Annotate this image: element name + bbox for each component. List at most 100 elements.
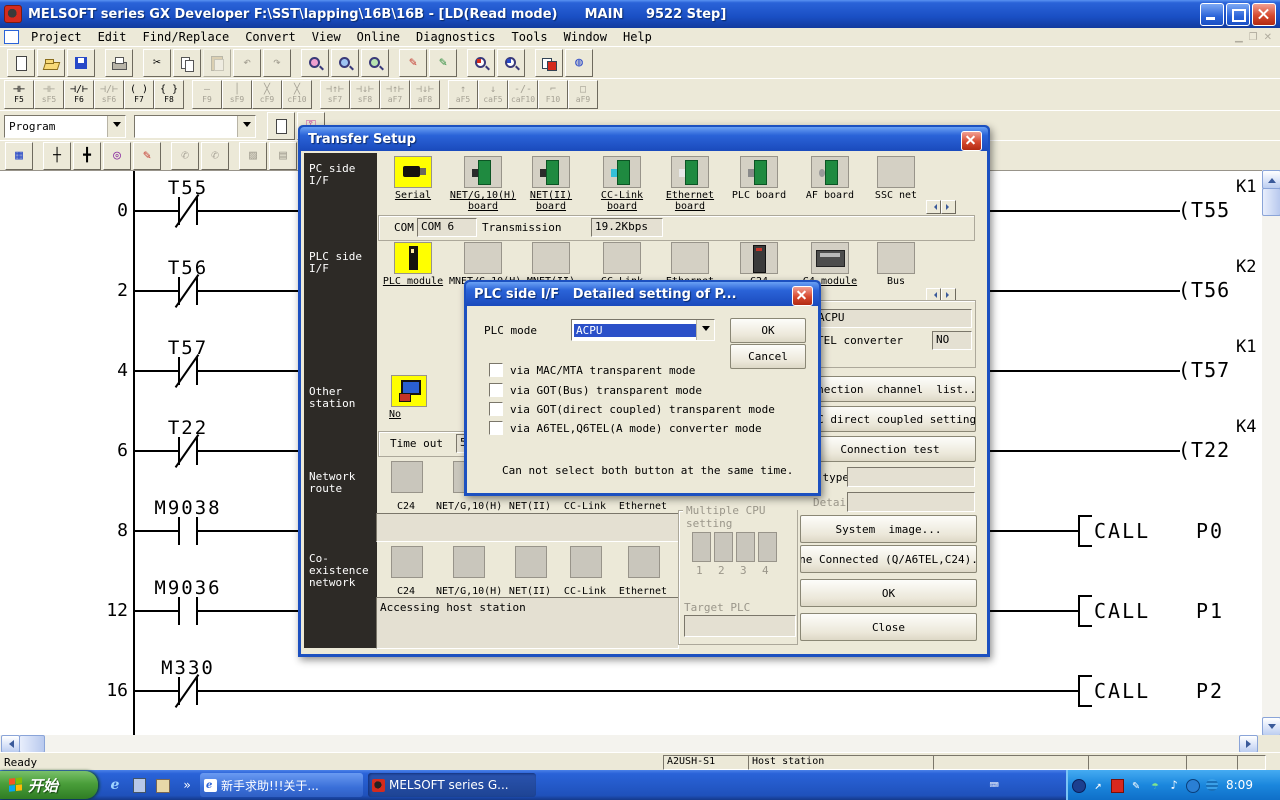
toolbar4-btn-4[interactable]: ◎ [103,142,131,170]
toolbar4-btn-7[interactable]: ✆ [201,142,229,170]
coex-cclink[interactable] [570,546,602,578]
net-traffic-tray-icon[interactable]: ↗ [1090,778,1106,793]
rising-edge-button[interactable]: ↑aF5 [448,80,478,109]
pc-if-cclink-board[interactable]: CC-Link board [588,156,656,212]
coil-button[interactable]: ( )F7 [124,80,154,109]
toolbar4-btn-5[interactable]: ✎ [133,142,161,170]
close-icon[interactable] [792,286,813,306]
umbrella-tray-icon[interactable]: ☂ [1147,778,1163,793]
coil[interactable]: (T56 [1178,278,1230,302]
open-branch-button[interactable]: ⊣⊢sF5 [34,80,64,109]
update-tray-icon[interactable] [1204,778,1220,793]
checkbox-a6tel-q6tel[interactable] [489,421,503,435]
toolbar4-btn-8[interactable]: ▨ [239,142,267,170]
line-connected-button[interactable]: Line Connected (Q/A6TEL,C24)... [800,545,977,573]
contact-no[interactable] [178,517,180,545]
horizontal-scrollbar[interactable] [0,735,1258,752]
call-instruction[interactable]: CALL [1094,519,1150,543]
data-name-select[interactable] [134,115,256,138]
scroll-left-icon[interactable] [926,200,941,214]
plc-if-plc-module[interactable]: PLC module [379,242,447,287]
cpu-slot-3[interactable] [736,532,755,562]
cpu-slot-1[interactable] [692,532,711,562]
minimize-button[interactable] [1200,3,1224,26]
application-instruction-button[interactable]: { }F8 [154,80,184,109]
menu-find-replace[interactable]: Find/Replace [134,30,237,44]
checkbox-got-bus[interactable] [489,383,503,397]
pc-if-netg10-board[interactable]: NET/G,10(H) board [449,156,517,212]
delete-hline-button[interactable]: ╳cF9 [252,80,282,109]
rising-pulse-branch-button[interactable]: ⊣↑⊢aF7 [380,80,410,109]
antivirus-tray-icon[interactable] [1109,778,1125,793]
pc-if-ethernet-board[interactable]: Ethernet board [656,156,724,212]
start-button[interactable]: 开始 [0,771,98,799]
scroll-right-button[interactable] [1239,735,1258,753]
redo-button[interactable]: ↷ [263,49,291,77]
menu-diagnostics[interactable]: Diagnostics [408,30,503,44]
pc-if-ssc-net[interactable]: SSC net [862,156,930,201]
ok-button[interactable]: OK [730,318,806,343]
ie-quicklaunch-icon[interactable]: e [106,776,124,794]
menu-convert[interactable]: Convert [237,30,304,44]
menu-help[interactable]: Help [615,30,660,44]
menu-tools[interactable]: Tools [504,30,556,44]
connection-test-button[interactable]: Connection test [804,436,976,462]
coil[interactable]: (T55 [1178,198,1230,222]
device-comment-button[interactable]: ✎ [399,49,427,77]
hscroll-thumb[interactable] [19,735,45,753]
falling-pulse-branch-button[interactable]: ⊣↓⊢aF8 [410,80,440,109]
plc-mode-select[interactable]: ACPU [571,319,715,341]
statement-button[interactable]: ✎ [429,49,457,77]
system-image-button[interactable]: System image... [800,515,977,543]
quicklaunch-icon-3[interactable] [154,776,172,794]
zoom-in-button[interactable] [497,49,525,77]
plc-if-titlebar[interactable]: PLC side I/F Detailed setting of P... [466,282,819,306]
horizontal-line-button[interactable]: —F9 [192,80,222,109]
invert-result-button[interactable]: -/-caF10 [508,80,538,109]
task-button-melsoft[interactable]: MELSOFT series G... [368,773,536,797]
find-device-button[interactable] [301,49,329,77]
vscroll-thumb[interactable] [1262,188,1280,216]
toolbar4-btn-6[interactable]: ✆ [171,142,199,170]
paste-button[interactable] [203,49,231,77]
other-station-no[interactable]: No [374,375,442,420]
cpu-slot-4[interactable] [758,532,777,562]
rising-pulse-button[interactable]: ⊣↑⊢sF7 [320,80,350,109]
print-button[interactable] [105,49,133,77]
call-instruction[interactable]: CALL [1094,679,1150,703]
network-tray-icon[interactable] [1185,778,1201,793]
mdi-child-icon[interactable] [4,30,19,44]
task-button-forum[interactable]: e 新手求助!!!关于... [200,773,363,797]
taskbar-clock[interactable]: 8:09 [1226,778,1253,792]
undo-button[interactable]: ↶ [233,49,261,77]
chevron-down-icon[interactable] [696,320,714,340]
transfer-setup-titlebar[interactable]: Transfer Setup [300,127,988,151]
toolbar4-btn-3[interactable]: ╋ [73,142,101,170]
cancel-button[interactable]: Cancel [730,344,806,369]
menu-view[interactable]: View [304,30,349,44]
scroll-down-button[interactable] [1262,717,1280,736]
menu-online[interactable]: Online [349,30,408,44]
pc-if-plc-board[interactable]: PLC board [725,156,793,201]
open-contact-button[interactable]: ⊣⊢F5 [4,80,34,109]
ok-button[interactable]: OK [800,579,977,607]
new-button[interactable] [7,49,35,77]
save-button[interactable] [67,49,95,77]
program-select[interactable]: Program [4,115,126,138]
volume-tray-icon[interactable]: ♪ [1166,778,1182,793]
project-data-list-button[interactable] [535,49,563,77]
pc-if-af-board[interactable]: AF board [796,156,864,201]
falling-pulse-button[interactable]: ⊣↓⊢sF8 [350,80,380,109]
coil[interactable]: (T57 [1178,358,1230,382]
vertical-line-button[interactable]: │sF9 [222,80,252,109]
convert-op-button[interactable]: ⌐F10 [538,80,568,109]
connection-channel-list-button[interactable]: Connection channel list... [804,376,976,402]
coil[interactable]: (T22 [1178,438,1230,462]
checkbox-mac-mta[interactable] [489,363,503,377]
cut-button[interactable]: ✂ [143,49,171,77]
find-instruction-button[interactable] [361,49,389,77]
checkbox-got-direct[interactable] [489,402,503,416]
scroll-up-button[interactable] [1262,170,1280,189]
closed-branch-button[interactable]: ⊣/⊢sF6 [94,80,124,109]
scroll-left-button[interactable] [1,735,20,753]
